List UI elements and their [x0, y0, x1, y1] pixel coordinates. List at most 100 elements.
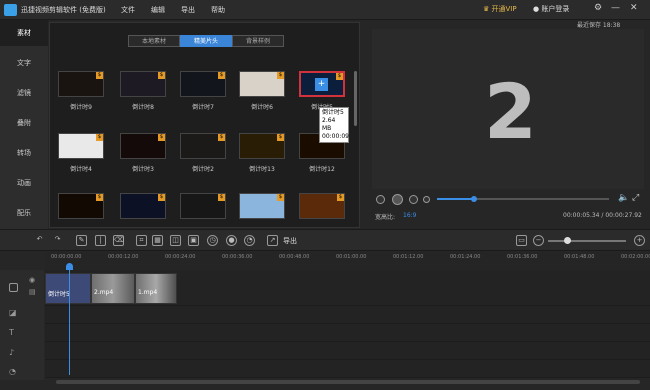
total-time: 00:00:27.92 — [605, 212, 642, 219]
mosaic-icon[interactable]: ▦ — [152, 235, 163, 246]
aspect-ratio-value[interactable]: 16:9 — [403, 212, 416, 219]
crop-icon[interactable]: ⌗ — [136, 235, 147, 246]
zoom-in-icon[interactable]: + — [634, 235, 645, 246]
premium-badge-icon: $ — [337, 194, 344, 201]
ruler-tick-label: 00:01:48.00 — [564, 254, 595, 260]
record-icon[interactable]: ● — [226, 235, 237, 246]
login-button[interactable]: ● 账户登录 — [533, 4, 569, 14]
overlay-track[interactable] — [45, 306, 650, 324]
premium-badge-icon: $ — [158, 72, 165, 79]
media-tile-label: 倒计时6 — [251, 104, 273, 111]
sidebar-item-transition[interactable]: 转场 — [0, 140, 48, 166]
media-tile[interactable]: $ — [120, 71, 166, 97]
minimize-icon[interactable]: — — [611, 3, 620, 13]
sidebar-item-text[interactable]: 文字 — [0, 50, 48, 76]
music-track[interactable] — [45, 342, 650, 360]
stop-icon[interactable] — [423, 196, 430, 203]
text-track[interactable] — [45, 324, 650, 342]
premium-badge-icon: $ — [336, 73, 343, 80]
ruler-tick-label: 00:00:12.00 — [108, 254, 139, 260]
media-tile[interactable]: $ — [180, 71, 226, 97]
fit-icon[interactable]: ▭ — [516, 235, 527, 246]
clip-video-1[interactable]: 1.mp4 — [135, 273, 177, 304]
media-panel: 本地素材 精美片头 背景样例 $倒计时9$倒计时8$倒计时7$倒计时6$+倒计时… — [49, 22, 360, 228]
export-icon[interactable]: ↗ — [267, 235, 278, 246]
close-icon[interactable]: ✕ — [630, 3, 638, 13]
next-frame-icon[interactable] — [409, 195, 418, 204]
media-tile[interactable]: $ — [58, 193, 104, 219]
fullscreen-icon[interactable]: ⤢ — [632, 193, 639, 203]
volume-icon[interactable]: 🔈 — [618, 193, 629, 203]
media-tile[interactable]: $ — [299, 193, 345, 219]
zoom-out-icon[interactable]: − — [533, 235, 544, 246]
timeline-scrollbar[interactable] — [56, 380, 640, 384]
lock-icon[interactable]: ▤ — [29, 288, 36, 296]
undo-icon[interactable]: ↶ — [34, 235, 45, 246]
premium-badge-icon: $ — [218, 72, 225, 79]
vip-button[interactable]: ♛ 开通VIP — [483, 4, 517, 14]
sidebar-item-animation[interactable]: 动画 — [0, 170, 48, 196]
sidebar-item-overlay[interactable]: 叠附 — [0, 110, 48, 136]
sidebar-item-media[interactable]: 素材 — [0, 20, 48, 46]
app-title: 迅捷视频剪辑软件 (免费版) — [21, 6, 106, 14]
premium-badge-icon: $ — [96, 134, 103, 141]
sidebar-item-music[interactable]: 配乐 — [0, 200, 48, 226]
zoom-knob[interactable] — [564, 237, 571, 244]
timeline-ruler[interactable]: 00:00:00.00 00:00:12.00 00:00:24.00 00:00:3… — [45, 252, 650, 270]
media-scrollbar[interactable] — [354, 71, 357, 126]
audio-track[interactable] — [45, 360, 650, 378]
redo-icon[interactable]: ↷ — [52, 235, 63, 246]
tab-intros[interactable]: 精美片头 — [180, 35, 232, 47]
tooltip-duration: 00:00:09 — [322, 133, 349, 140]
duration-icon[interactable]: ◷ — [207, 235, 218, 246]
video-preview[interactable]: 2 — [372, 29, 644, 189]
overlay-track-icon: ◪ — [9, 308, 17, 317]
ruler-tick-label: 00:00:24.00 — [165, 254, 196, 260]
media-tile[interactable]: $ — [120, 133, 166, 159]
autosave-status: 最近保存 18:38 — [577, 22, 621, 29]
media-tile[interactable]: $ — [180, 133, 226, 159]
media-tile[interactable]: $ — [58, 71, 104, 97]
progress-fill — [437, 198, 474, 200]
speed-icon[interactable]: ◔ — [244, 235, 255, 246]
media-tile[interactable]: $ — [239, 133, 285, 159]
delete-icon[interactable]: ⌫ — [113, 235, 124, 246]
sidebar-item-filter[interactable]: 滤镜 — [0, 80, 48, 106]
play-icon[interactable] — [392, 194, 403, 205]
media-tile[interactable]: $ — [180, 193, 226, 219]
export-button[interactable]: 导出 — [283, 236, 297, 246]
ruler-tick-label: 00:00:36.00 — [222, 254, 253, 260]
media-tile[interactable]: $ — [120, 193, 166, 219]
add-icon[interactable]: + — [315, 78, 328, 91]
media-tile[interactable]: $ — [239, 193, 285, 219]
settings-icon[interactable]: ⚙ — [594, 3, 602, 13]
media-tile[interactable]: $ — [58, 133, 104, 159]
ruler-tick-label: 00:01:00.00 — [336, 254, 367, 260]
edit-icon[interactable]: ✎ — [76, 235, 87, 246]
progress-knob[interactable] — [471, 196, 477, 202]
music-track-icon: ♪ — [9, 348, 15, 357]
visibility-icon[interactable]: ◉ — [29, 276, 35, 284]
menu-help[interactable]: 帮助 — [211, 5, 225, 15]
tab-backgrounds[interactable]: 背景样例 — [232, 35, 284, 47]
menu-file[interactable]: 文件 — [121, 5, 135, 15]
split-icon[interactable]: | — [95, 235, 106, 246]
prev-frame-icon[interactable] — [376, 195, 385, 204]
zoom-slider[interactable] — [548, 240, 626, 242]
clip-intro[interactable]: 倒计时5 — [45, 273, 91, 304]
media-tile-label: 倒计时4 — [70, 166, 92, 173]
playback-progress[interactable] — [437, 196, 609, 202]
clip-video-2[interactable]: 2.mp4 — [91, 273, 135, 304]
aspect-ratio-label: 宽高比: — [375, 214, 396, 221]
menu-export[interactable]: 导出 — [181, 5, 195, 15]
premium-badge-icon: $ — [218, 134, 225, 141]
tab-local-media[interactable]: 本地素材 — [128, 35, 180, 47]
freeze-icon[interactable]: ▣ — [188, 235, 199, 246]
playhead[interactable] — [69, 263, 70, 375]
media-tile[interactable]: $ + — [299, 71, 345, 97]
player-controls: 🔈 ⤢ — [370, 190, 650, 210]
menu-edit[interactable]: 编辑 — [151, 5, 165, 15]
clip-label: 1.mp4 — [138, 289, 158, 296]
media-tile[interactable]: $ — [239, 71, 285, 97]
zoom-crop-icon[interactable]: ◫ — [170, 235, 181, 246]
